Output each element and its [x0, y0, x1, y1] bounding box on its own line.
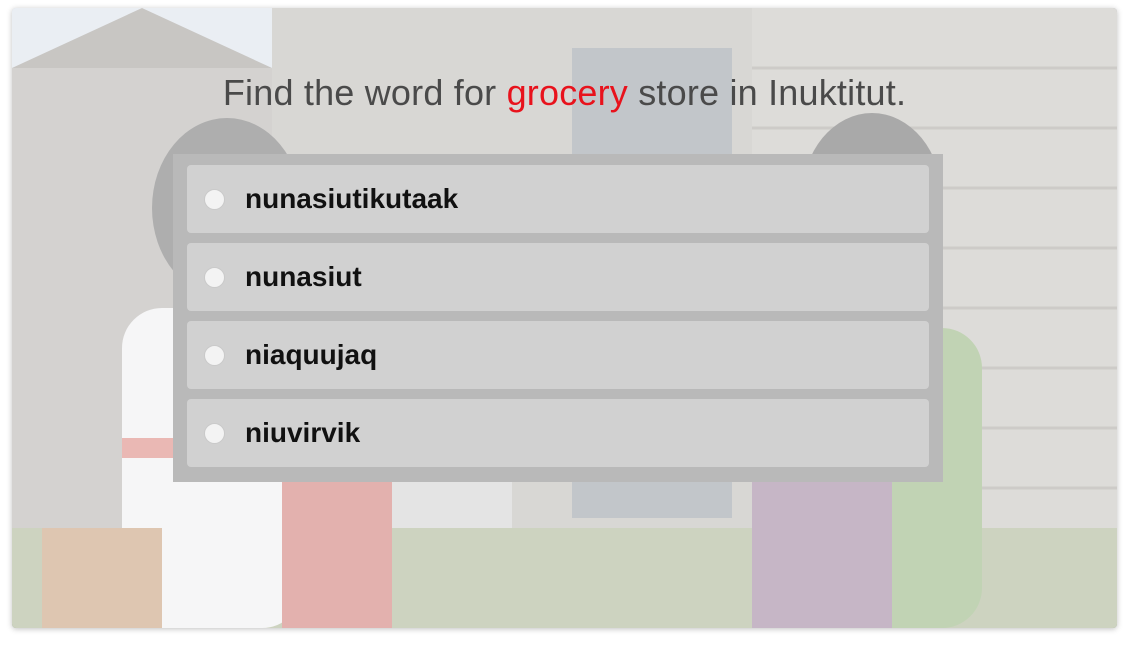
answer-option-3[interactable]: niaquujaq	[187, 321, 929, 389]
answer-option-2[interactable]: nunasiut	[187, 243, 929, 311]
answer-option-1[interactable]: nunasiutikutaak	[187, 165, 929, 233]
radio-button[interactable]	[204, 188, 225, 210]
question-highlight: grocery	[506, 72, 629, 113]
answer-option-4[interactable]: niuvirvik	[187, 399, 929, 467]
answer-option-label: niaquujaq	[245, 339, 378, 370]
question-prefix: Find the word for	[222, 72, 507, 113]
question-text: Find the word for grocery store in Inukt…	[12, 72, 1117, 114]
radio-button[interactable]	[204, 422, 225, 444]
answer-option-label: nunasiutikutaak	[245, 183, 459, 214]
radio-button[interactable]	[204, 266, 225, 288]
quiz-card: Find the word for grocery store in Inukt…	[12, 8, 1117, 628]
answer-option-label: niuvirvik	[245, 417, 361, 448]
answer-options: nunasiutikutaak nunasiut niaquujaq niuvi…	[173, 154, 943, 482]
question-suffix: store in Inuktitut.	[628, 72, 907, 113]
answer-option-label: nunasiut	[245, 261, 362, 292]
radio-button[interactable]	[204, 344, 225, 366]
